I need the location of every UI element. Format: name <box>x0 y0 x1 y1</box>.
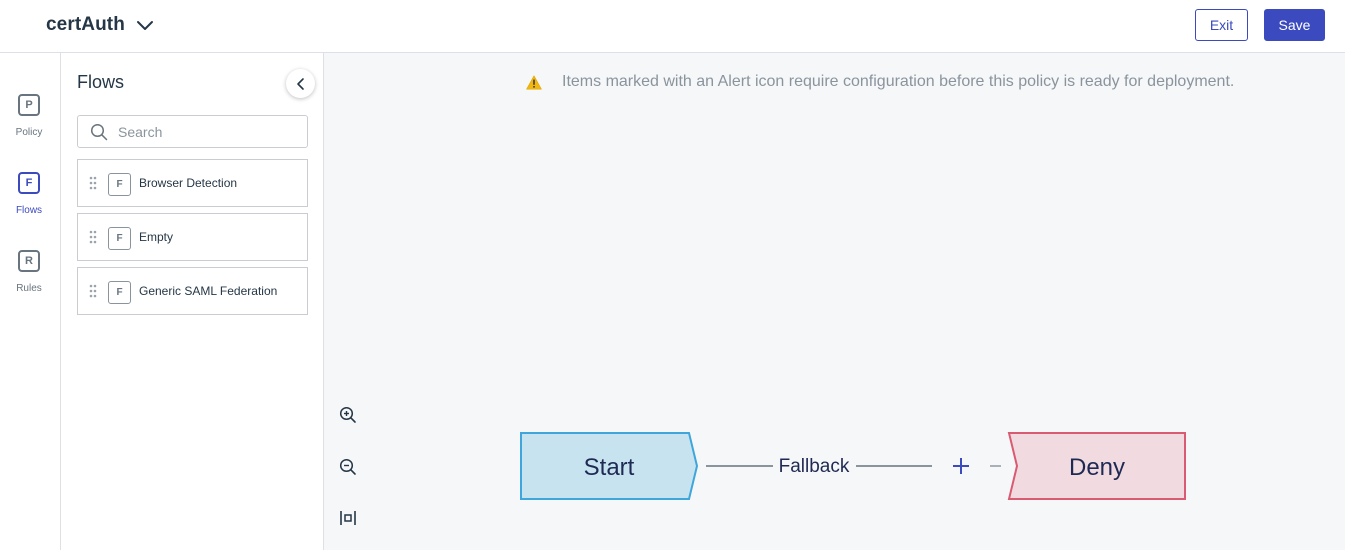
rail-label-rules: Rules <box>16 283 42 294</box>
flow-list-item-generic-saml-federation[interactable]: F Generic SAML Federation <box>77 267 308 315</box>
deny-node-label: Deny <box>1069 454 1125 481</box>
zoom-in-icon[interactable] <box>338 405 358 425</box>
start-node[interactable]: Start <box>520 432 699 500</box>
chevron-down-icon <box>136 21 153 30</box>
panel-title: Flows <box>77 72 125 92</box>
top-header: certAuth Exit Save <box>0 0 1345 53</box>
rail-label-policy: Policy <box>15 127 43 138</box>
search-box <box>77 115 308 148</box>
flows-panel: Flows F Browser Detection F Empty <box>61 53 324 550</box>
search-input[interactable] <box>118 122 298 142</box>
save-button[interactable]: Save <box>1264 9 1325 41</box>
deny-node[interactable]: Deny <box>1007 432 1186 500</box>
drag-handle-icon[interactable] <box>89 176 97 190</box>
alert-message: Items marked with an Alert icon require … <box>562 73 1235 90</box>
flow-list-item-browser-detection[interactable]: F Browser Detection <box>77 159 308 207</box>
drag-handle-icon[interactable] <box>89 284 97 298</box>
rail-item-rules[interactable]: R Rules <box>0 250 60 310</box>
policy-canvas[interactable]: Items marked with an Alert icon require … <box>324 53 1345 550</box>
fallback-edge-label[interactable]: Fallback <box>779 456 850 477</box>
app-switcher[interactable]: certAuth <box>46 14 155 36</box>
flow-label: Empty <box>139 230 174 244</box>
search-icon <box>90 123 108 141</box>
flow-icon: F <box>108 227 131 250</box>
alert-icon <box>526 75 542 89</box>
start-node-label: Start <box>584 454 635 481</box>
exit-button[interactable]: Exit <box>1195 9 1248 41</box>
zoom-out-icon[interactable] <box>338 457 358 477</box>
flow-label: Generic SAML Federation <box>139 284 278 298</box>
chevron-left-icon <box>296 77 304 90</box>
add-step-icon[interactable] <box>953 458 969 474</box>
rules-icon: R <box>18 250 40 272</box>
app-title: certAuth <box>46 14 125 35</box>
flow-icon: F <box>108 173 131 196</box>
flow-icon: F <box>108 281 131 304</box>
rail-label-flows: Flows <box>15 205 43 216</box>
left-nav-rail: P Policy F Flows R Rules <box>0 53 61 550</box>
flow-list-item-empty[interactable]: F Empty <box>77 213 308 261</box>
fit-to-screen-icon[interactable] <box>338 508 358 528</box>
policy-icon: P <box>18 94 40 116</box>
drag-handle-icon[interactable] <box>89 230 97 244</box>
flow-label: Browser Detection <box>139 176 238 190</box>
alert-banner: Items marked with an Alert icon require … <box>526 73 1234 91</box>
collapse-panel-button[interactable] <box>286 69 315 98</box>
flow-diagram: Start Fallback Deny <box>520 432 1186 500</box>
flows-icon: F <box>18 172 40 194</box>
rail-item-flows[interactable]: F Flows <box>0 172 60 232</box>
rail-item-policy[interactable]: P Policy <box>0 94 60 154</box>
